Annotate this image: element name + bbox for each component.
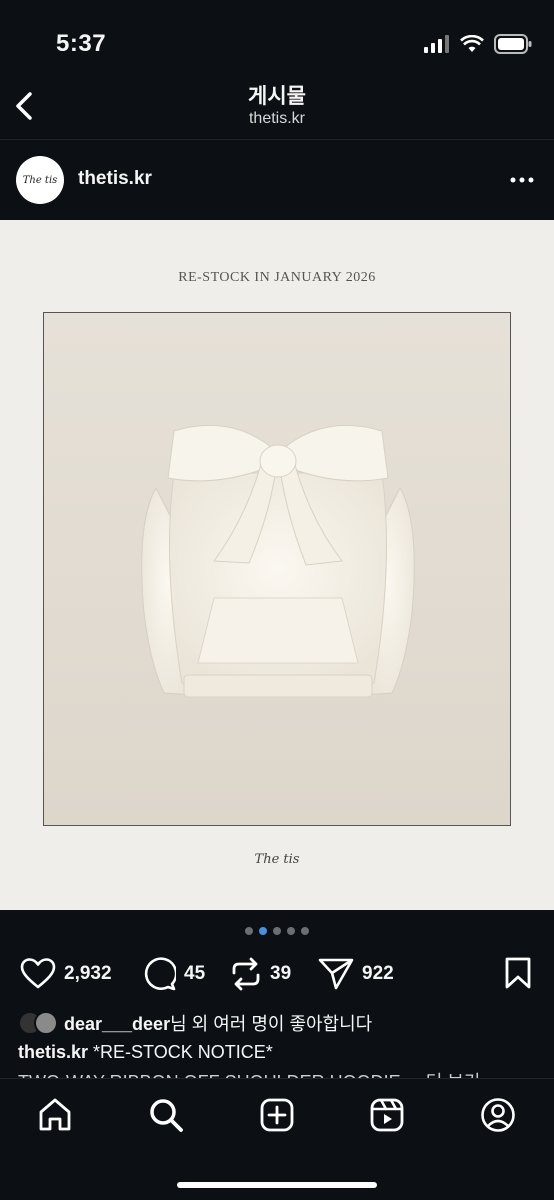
status-time: 5:37: [56, 30, 107, 57]
reels-icon: [370, 1098, 404, 1132]
tab-create[interactable]: [257, 1095, 297, 1135]
search-icon: [150, 1099, 183, 1132]
action-bar: 2,932 45 39 922: [0, 952, 554, 996]
avatar-logo: The tis: [22, 174, 58, 186]
carousel-dot: [287, 927, 295, 935]
caption-text: *RE-STOCK NOTICE*: [93, 1042, 273, 1062]
wifi-icon: [460, 35, 484, 52]
share-icon: [318, 958, 354, 990]
liked-by-suffix: 님 외 여러 명이 좋아합니다: [170, 1014, 373, 1034]
nav-header: 게시물 thetis.kr: [0, 68, 554, 140]
heart-icon: [20, 958, 56, 989]
carousel-indicator: [0, 927, 554, 935]
liked-by-row[interactable]: dear___deer님 외 여러 명이 좋아합니다: [18, 1010, 372, 1036]
signal-icon: [424, 35, 449, 53]
home-icon: [39, 1098, 71, 1131]
repost-button[interactable]: 39: [230, 952, 291, 996]
tab-home[interactable]: [35, 1095, 75, 1135]
comment-count: 45: [184, 963, 206, 984]
hoodie-image: [141, 424, 415, 698]
repost-count: 39: [270, 963, 292, 984]
avatar[interactable]: The tis: [16, 156, 64, 204]
share-count: 922: [362, 963, 394, 984]
post-caption: thetis.kr *RE-STOCK NOTICE*: [18, 1042, 273, 1063]
battery-icon: [494, 34, 532, 54]
product-photo: [43, 312, 511, 826]
like-count: 2,932: [64, 963, 112, 984]
status-bar: 5:37: [0, 0, 554, 68]
tab-profile[interactable]: [478, 1095, 518, 1135]
brand-mark: The tis: [254, 852, 300, 867]
bookmark-icon[interactable]: [504, 956, 532, 990]
comment-button[interactable]: 45: [142, 952, 205, 996]
home-indicator: [177, 1182, 377, 1188]
post-username[interactable]: thetis.kr: [78, 168, 152, 190]
carousel-dot: [245, 927, 253, 935]
bottom-tab-bar: [0, 1078, 554, 1200]
post-header: The tis thetis.kr: [0, 140, 554, 220]
caption-username[interactable]: thetis.kr: [18, 1042, 88, 1062]
share-button[interactable]: 922: [318, 952, 394, 996]
image-caption: RE-STOCK IN JANUARY 2026: [178, 270, 376, 285]
more-icon[interactable]: [510, 176, 534, 184]
carousel-dot-active: [259, 927, 267, 935]
comment-icon: [144, 957, 176, 991]
tab-reels[interactable]: [367, 1095, 407, 1135]
page-subtitle: thetis.kr: [248, 110, 305, 127]
like-button[interactable]: 2,932: [20, 952, 112, 996]
tab-search[interactable]: [146, 1095, 186, 1135]
liked-by-user[interactable]: dear___deer: [64, 1014, 170, 1034]
carousel-dot: [301, 927, 309, 935]
status-icons: [424, 34, 532, 54]
liker-avatar: [34, 1011, 58, 1035]
create-icon: [260, 1098, 294, 1132]
repost-icon: [232, 957, 260, 991]
page-title: 게시물: [248, 85, 306, 108]
liker-avatars: [18, 1011, 58, 1035]
carousel-dot: [273, 927, 281, 935]
post-media[interactable]: RE-STOCK IN JANUARY 2026 The tis: [0, 220, 554, 910]
profile-icon: [481, 1098, 515, 1132]
